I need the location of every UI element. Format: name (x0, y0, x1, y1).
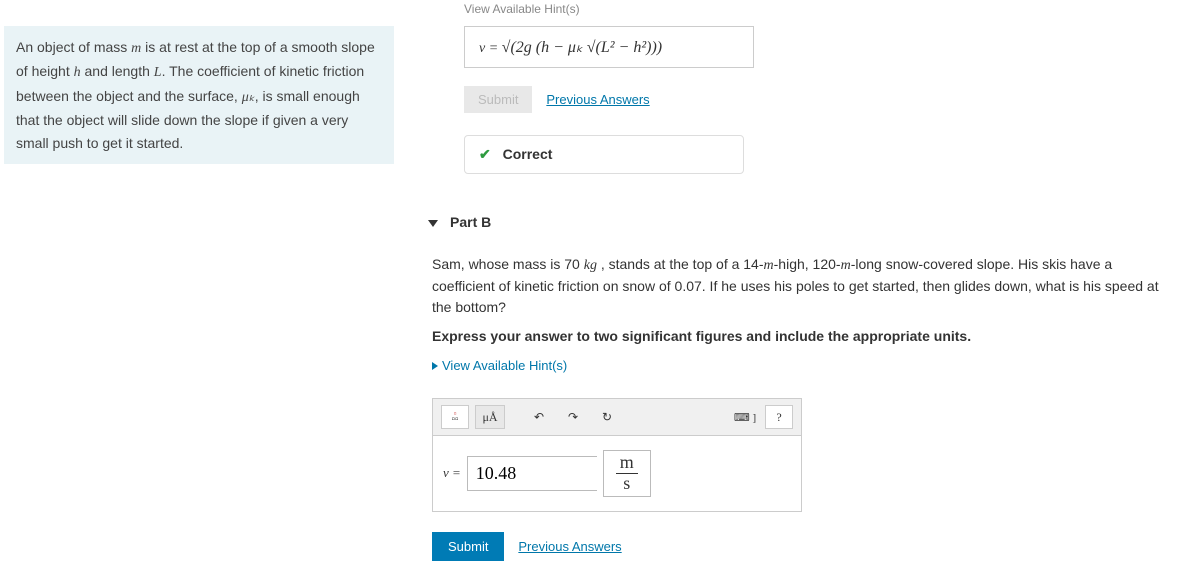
text: Sam, whose mass is 70 (432, 256, 584, 272)
unit-numerator: m (616, 453, 638, 474)
formula-body: √(2g (h − μₖ √(L² − h²))) (502, 39, 662, 56)
previous-answers-link-a[interactable]: Previous Answers (546, 92, 649, 107)
text: , stands at the top of a 14- (597, 256, 764, 272)
answer-prefix: v = (443, 465, 461, 481)
formula-display: v = √(2g (h − μₖ √(L² − h²))) (464, 26, 754, 68)
unit-m: m (764, 258, 774, 273)
caret-right-icon (432, 362, 438, 370)
chevron-down-icon (428, 220, 438, 227)
submit-row-b: Submit Previous Answers (432, 532, 1178, 561)
answer-row: v = m s (433, 436, 801, 511)
units-button[interactable]: μÅ (475, 405, 505, 429)
part-b-question: Sam, whose mass is 70 kg , stands at the… (432, 254, 1178, 318)
var-l: L (154, 65, 162, 80)
previous-answers-link-b[interactable]: Previous Answers (518, 539, 621, 554)
var-m: m (131, 41, 141, 56)
submit-button-b[interactable]: Submit (432, 532, 504, 561)
feedback-correct: ✔ Correct (464, 135, 744, 174)
answer-editor: ▫▫▫ μÅ ↶ ↷ ↻ ⌨ ] ? v = m s (432, 398, 802, 512)
part-b-title: Part B (450, 214, 491, 230)
formula-prefix: v = (479, 41, 502, 56)
part-a-answer-area: v = √(2g (h − μₖ √(L² − h²))) Submit Pre… (428, 16, 1198, 174)
submit-button-a: Submit (464, 86, 532, 113)
answer-units[interactable]: m s (603, 450, 651, 497)
hints-text: View Available Hint(s) (442, 358, 567, 373)
main-panel: View Available Hint(s) v = √(2g (h − μₖ … (428, 0, 1198, 561)
undo-button[interactable]: ↶ (525, 405, 553, 429)
check-icon: ✔ (479, 146, 491, 162)
var-mu: μₖ (242, 90, 255, 105)
editor-toolbar: ▫▫▫ μÅ ↶ ↷ ↻ ⌨ ] ? (433, 399, 801, 436)
answer-value-input[interactable] (467, 456, 597, 491)
correct-label: Correct (503, 146, 553, 162)
hints-top-truncated: View Available Hint(s) (428, 0, 1198, 16)
instructions: Express your answer to two significant f… (432, 326, 1178, 347)
hints-text-cut: View Available Hint(s) (464, 2, 580, 16)
text: An object of mass (16, 39, 131, 55)
text: and length (81, 63, 154, 79)
unit-kg: kg (584, 258, 597, 273)
hints-link-b[interactable]: View Available Hint(s) (432, 355, 1178, 376)
unit-denominator: s (616, 474, 638, 494)
templates-button[interactable]: ▫▫▫ (441, 405, 469, 429)
part-b-body: Sam, whose mass is 70 kg , stands at the… (428, 254, 1178, 561)
unit-m: m (841, 258, 851, 273)
help-button[interactable]: ? (765, 405, 793, 429)
reset-button[interactable]: ↻ (593, 405, 621, 429)
problem-statement: An object of mass m is at rest at the to… (4, 26, 394, 164)
redo-button[interactable]: ↷ (559, 405, 587, 429)
var-h: h (74, 65, 81, 80)
text: -high, 120- (774, 256, 841, 272)
keyboard-button[interactable]: ⌨ ] (731, 405, 759, 429)
part-b-header[interactable]: Part B (428, 214, 1198, 230)
submit-row-a: Submit Previous Answers (464, 86, 1198, 113)
